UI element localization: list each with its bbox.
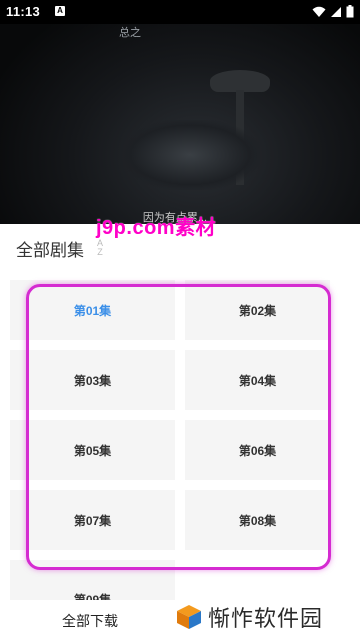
episode-button-07[interactable]: 第07集 [10,490,175,550]
sort-icon-letter-z: Z [97,246,103,257]
episode-button-08[interactable]: 第08集 [185,490,330,550]
episode-button-01[interactable]: 第01集 [10,280,175,340]
status-icons [312,5,354,18]
watermark-text: j9p.com素材 [96,217,217,239]
battery-icon [346,5,354,18]
notification-icon: A [55,6,65,16]
signal-icon [331,6,341,17]
status-time: 11:13 [6,4,41,19]
brand-logo-icon [177,605,201,629]
episode-button-06[interactable]: 第06集 [185,420,330,480]
video-top-caption: 总之 [119,27,141,39]
episode-button-02[interactable]: 第02集 [185,280,330,340]
brand-watermark: 惭怍软件园 [176,601,323,633]
episode-grid: 第01集 第02集 第03集 第04集 第05集 第06集 第07集 第08集 [10,280,330,550]
episodes-header: 全部剧集 A Z [16,236,108,261]
sort-icon[interactable]: A Z [92,238,108,259]
video-scene-figure [120,120,260,190]
video-player[interactable]: 总之 因为有点累... [0,0,360,224]
section-title: 全部剧集 [16,241,84,260]
episode-button-05[interactable]: 第05集 [10,420,175,480]
wifi-icon [312,6,326,17]
brand-text: 惭怍软件园 [208,606,324,631]
video-scene-lamp [210,70,270,92]
episode-button-04[interactable]: 第04集 [185,350,330,410]
status-bar: 11:13 A [0,0,360,24]
download-all-button[interactable]: 全部下载 [62,611,118,631]
episode-button-03[interactable]: 第03集 [10,350,175,410]
